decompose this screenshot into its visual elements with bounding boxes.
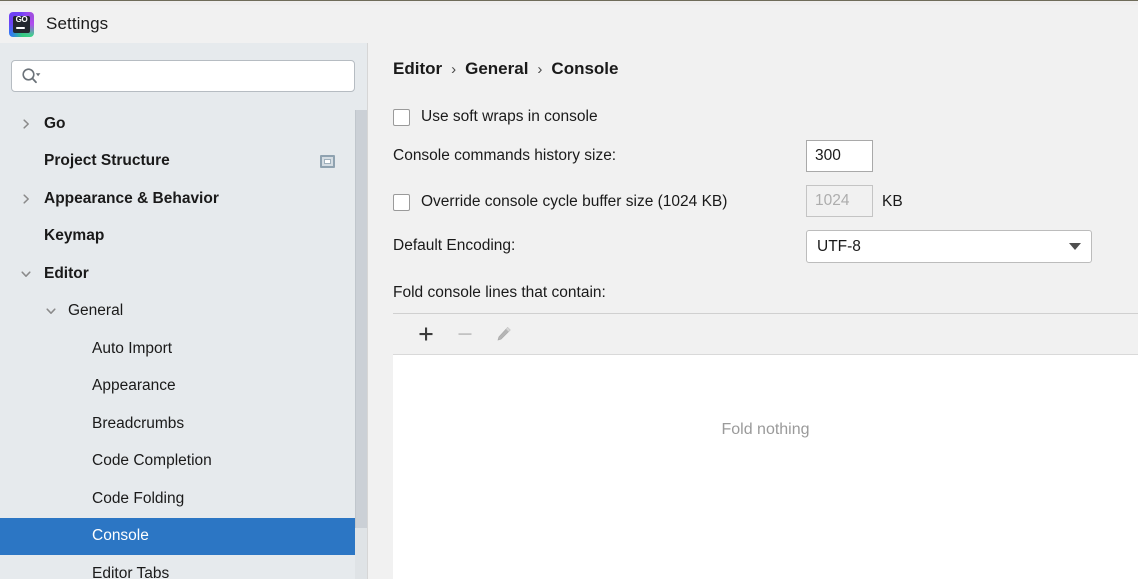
- sidebar-item-label: General: [68, 302, 124, 320]
- breadcrumb-separator-icon: ›: [451, 60, 457, 78]
- chevron-down-icon[interactable]: [20, 268, 32, 280]
- fold-lines-table[interactable]: Fold nothing: [393, 355, 1138, 579]
- sidebar-item-keymap[interactable]: Keymap: [0, 218, 355, 256]
- cycle-buffer-size-input[interactable]: [806, 185, 873, 217]
- sidebar-item-label: Editor: [44, 264, 89, 282]
- breadcrumb: Editor › General › Console: [393, 59, 618, 79]
- sidebar-scrollbar-thumb[interactable]: [355, 110, 367, 528]
- sidebar-item-code-folding[interactable]: Code Folding: [0, 480, 355, 518]
- sidebar-item-label: Appearance & Behavior: [44, 189, 219, 207]
- search-input[interactable]: [41, 61, 354, 91]
- goland-logo-icon: GO: [9, 11, 34, 37]
- pencil-icon: [497, 326, 511, 341]
- sidebar-item-go[interactable]: Go: [0, 105, 355, 143]
- settings-tree: Go Project Structure Appearance & Behavior…: [0, 105, 355, 579]
- sidebar-item-label: Console: [92, 527, 149, 545]
- chevron-right-icon[interactable]: [20, 118, 32, 130]
- sidebar-item-code-completion[interactable]: Code Completion: [0, 443, 355, 481]
- breadcrumb-part-console: Console: [551, 59, 619, 78]
- settings-window: GO Settings Go Project Structure Appearanc…: [0, 0, 1138, 579]
- default-encoding-value: UTF-8: [817, 237, 861, 255]
- cycle-buffer-unit-label: KB: [882, 193, 903, 210]
- default-encoding-select[interactable]: UTF-8: [806, 230, 1092, 263]
- sidebar-item-label: Breadcrumbs: [92, 414, 185, 432]
- sidebar-item-general[interactable]: General: [0, 293, 355, 331]
- sidebar-item-appearance-behavior[interactable]: Appearance & Behavior: [0, 180, 355, 218]
- history-size-input[interactable]: [806, 140, 873, 172]
- sidebar-item-label: Go: [44, 114, 66, 132]
- sidebar-item-label: Editor Tabs: [92, 564, 170, 579]
- settings-sidebar: Go Project Structure Appearance & Behavior…: [0, 43, 367, 579]
- minus-icon: [458, 333, 472, 335]
- sidebar-item-label: Appearance: [92, 377, 176, 395]
- plus-icon: [419, 327, 433, 341]
- chevron-right-icon[interactable]: [20, 193, 32, 205]
- chevron-down-icon: [1069, 243, 1081, 250]
- override-buffer-checkbox[interactable]: [393, 193, 410, 211]
- override-buffer-label: Override console cycle buffer size (1024…: [421, 193, 728, 210]
- fold-lines-panel: Fold nothing: [393, 313, 1138, 579]
- breadcrumb-part-general[interactable]: General: [465, 59, 528, 79]
- sidebar-item-console[interactable]: Console: [0, 517, 355, 555]
- breadcrumb-separator-icon: ›: [537, 60, 543, 78]
- breadcrumb-part-editor[interactable]: Editor: [393, 59, 442, 79]
- override-buffer-row[interactable]: Override console cycle buffer size (1024…: [393, 193, 727, 211]
- edit-fold-pattern-button[interactable]: [489, 319, 519, 349]
- module-badge-icon[interactable]: [320, 154, 335, 168]
- history-size-label: Console commands history size:: [393, 147, 617, 164]
- default-encoding-label: Default Encoding:: [393, 237, 516, 254]
- soft-wraps-row[interactable]: Use soft wraps in console: [393, 108, 598, 126]
- fold-lines-empty-text: Fold nothing: [721, 421, 810, 438]
- sidebar-item-label: Project Structure: [44, 152, 170, 170]
- sidebar-item-label: Keymap: [44, 227, 105, 245]
- sidebar-item-label: Auto Import: [92, 339, 173, 357]
- chevron-down-icon[interactable]: [45, 305, 57, 317]
- sidebar-item-editor[interactable]: Editor: [0, 255, 355, 293]
- sidebar-item-appearance[interactable]: Appearance: [0, 368, 355, 406]
- fold-lines-toolbar: [393, 314, 1138, 355]
- fold-lines-label: Fold console lines that contain:: [393, 284, 606, 301]
- add-fold-pattern-button[interactable]: [411, 319, 441, 349]
- window-title: Settings: [46, 14, 109, 33]
- soft-wraps-label: Use soft wraps in console: [421, 108, 598, 125]
- search-icon: [22, 68, 41, 84]
- settings-search-box[interactable]: [11, 60, 355, 92]
- soft-wraps-checkbox[interactable]: [393, 108, 410, 126]
- sidebar-item-label: Code Folding: [92, 489, 185, 507]
- sidebar-item-breadcrumbs[interactable]: Breadcrumbs: [0, 405, 355, 443]
- remove-fold-pattern-button[interactable]: [450, 319, 480, 349]
- window-titlebar: GO Settings: [0, 5, 1138, 43]
- settings-content-pane: Editor › General › Console Use soft wrap…: [368, 43, 1138, 579]
- sidebar-item-project-structure[interactable]: Project Structure: [0, 143, 355, 181]
- sidebar-item-auto-import[interactable]: Auto Import: [0, 330, 355, 368]
- sidebar-item-editor-tabs[interactable]: Editor Tabs: [0, 555, 355, 579]
- sidebar-item-label: Code Completion: [92, 452, 212, 470]
